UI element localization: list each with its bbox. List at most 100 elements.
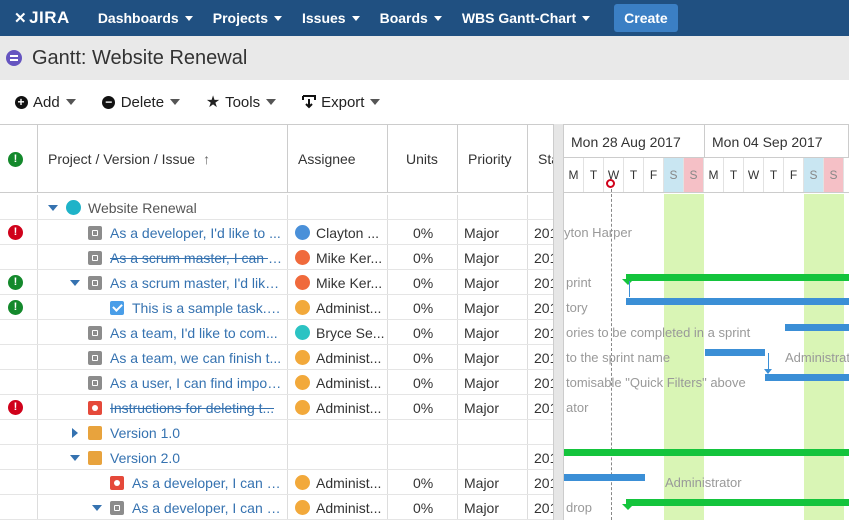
gantt-task-bar[interactable] <box>765 374 849 381</box>
header-flag[interactable]: ! <box>0 125 38 193</box>
units-cell[interactable]: 0% <box>413 370 433 395</box>
row-summary[interactable]: As a team, we can finish t... <box>110 345 282 370</box>
units-cell[interactable]: 0% <box>413 220 433 245</box>
gantt-task-bar[interactable] <box>785 324 849 331</box>
gantt-task-bar[interactable] <box>626 298 849 305</box>
issue-link[interactable]: As a team, I'd like to com... <box>110 325 278 341</box>
nav-projects[interactable]: Projects <box>213 10 282 26</box>
priority-cell[interactable]: Major <box>464 220 499 245</box>
header-units[interactable]: Units <box>388 125 458 193</box>
assignee-cell[interactable]: Administ... <box>295 295 385 320</box>
nav-issues[interactable]: Issues <box>302 10 360 26</box>
units-cell[interactable]: 0% <box>413 295 433 320</box>
table-row[interactable]: As a developer, I can u... Administ... 0… <box>0 470 553 495</box>
start-cell[interactable]: 201 <box>534 295 553 320</box>
assignee-cell[interactable]: Clayton ... <box>295 220 385 245</box>
table-row[interactable]: As a team, I'd like to com... Bryce Se..… <box>0 320 553 345</box>
assignee-cell[interactable]: Bryce Se... <box>295 320 385 345</box>
gantt-chart[interactable]: Mon 28 Aug 2017 Mon 04 Sep 2017 M T W T … <box>564 124 849 520</box>
issue-link[interactable]: As a developer, I can u... <box>132 500 282 516</box>
issue-link[interactable]: As a developer, I can u... <box>132 475 282 491</box>
start-cell[interactable]: 201 <box>534 495 553 520</box>
issue-link[interactable]: As a developer, I'd like to ... <box>110 225 281 241</box>
units-cell[interactable]: 0% <box>413 320 433 345</box>
version-link[interactable]: Version 1.0 <box>110 425 180 441</box>
collapse-toggle[interactable] <box>92 495 102 520</box>
table-row[interactable]: ! This is a sample task. T... Administ..… <box>0 295 553 320</box>
nav-boards[interactable]: Boards <box>380 10 442 26</box>
priority-cell[interactable]: Major <box>464 370 499 395</box>
collapse-toggle[interactable] <box>70 270 80 295</box>
row-summary[interactable]: As a developer, I can u... <box>132 470 282 495</box>
nav-dashboards[interactable]: Dashboards <box>98 10 193 26</box>
start-cell[interactable]: 201 <box>534 345 553 370</box>
assignee-cell[interactable]: Mike Ker... <box>295 245 385 270</box>
header-assignee[interactable]: Assignee <box>288 125 388 193</box>
nav-wbs-gantt[interactable]: WBS Gantt-Chart <box>462 10 591 26</box>
priority-cell[interactable]: Major <box>464 245 499 270</box>
start-cell[interactable]: 201 <box>534 270 553 295</box>
header-start[interactable]: Sta <box>528 125 554 193</box>
row-summary[interactable]: Version 2.0 <box>110 445 282 470</box>
start-cell[interactable]: 201 <box>534 320 553 345</box>
row-summary[interactable]: As a scrum master, I can s... <box>110 245 282 270</box>
table-row[interactable]: As a developer, I can u... Administ... 0… <box>0 495 553 520</box>
expand-toggle[interactable] <box>72 420 78 445</box>
row-summary[interactable]: Version 1.0 <box>110 420 282 445</box>
pane-splitter[interactable] <box>553 124 564 520</box>
table-row[interactable]: Version 2.0 201 <box>0 445 553 470</box>
table-row[interactable]: Version 1.0 <box>0 420 553 445</box>
priority-cell[interactable]: Major <box>464 345 499 370</box>
issue-link[interactable]: As a scrum master, I'd like ... <box>110 275 282 291</box>
issue-link[interactable]: As a user, I can find impor... <box>110 375 282 391</box>
priority-cell[interactable]: Major <box>464 320 499 345</box>
start-cell[interactable]: 201 <box>534 370 553 395</box>
start-cell[interactable]: 201 <box>534 445 553 470</box>
priority-cell[interactable]: Major <box>464 495 499 520</box>
issue-link[interactable]: As a scrum master, I can s... <box>110 250 282 266</box>
export-button[interactable]: Export <box>302 94 381 111</box>
gantt-task-bar[interactable] <box>705 349 765 356</box>
table-row[interactable]: ! As a developer, I'd like to ... Clayto… <box>0 220 553 245</box>
start-cell[interactable]: 201 <box>534 245 553 270</box>
row-summary[interactable]: Website Renewal <box>88 195 283 220</box>
row-summary[interactable]: This is a sample task. T... <box>132 295 282 320</box>
assignee-cell[interactable]: Administ... <box>295 370 385 395</box>
collapse-toggle[interactable] <box>70 445 80 470</box>
priority-cell[interactable]: Major <box>464 470 499 495</box>
gantt-summary-bar[interactable] <box>564 449 849 456</box>
priority-cell[interactable]: Major <box>464 295 499 320</box>
gantt-summary-bar[interactable] <box>626 274 849 281</box>
header-project[interactable]: Project / Version / Issue ↑ <box>38 125 288 193</box>
gantt-summary-bar[interactable] <box>626 499 849 506</box>
delete-button[interactable]: − Delete <box>102 94 181 111</box>
table-row[interactable]: ! As a scrum master, I'd like ... Mike K… <box>0 270 553 295</box>
priority-cell[interactable]: Major <box>464 395 499 420</box>
table-row[interactable]: As a team, we can finish t... Administ..… <box>0 345 553 370</box>
row-summary[interactable]: As a developer, I'd like to ... <box>110 220 282 245</box>
tools-button[interactable]: ★ Tools <box>206 94 277 111</box>
row-summary[interactable]: As a developer, I can u... <box>132 495 282 520</box>
table-row[interactable]: ! Instructions for deleting t... Adminis… <box>0 395 553 420</box>
units-cell[interactable]: 0% <box>413 470 433 495</box>
start-cell[interactable]: 201 <box>534 470 553 495</box>
row-summary[interactable]: As a user, I can find impor... <box>110 370 282 395</box>
units-cell[interactable]: 0% <box>413 395 433 420</box>
issue-link[interactable]: As a team, we can finish t... <box>110 350 281 366</box>
start-cell[interactable]: 201 <box>534 395 553 420</box>
assignee-cell[interactable]: Mike Ker... <box>295 270 385 295</box>
table-row[interactable]: As a scrum master, I can s... Mike Ker..… <box>0 245 553 270</box>
row-summary[interactable]: Instructions for deleting t... <box>110 395 282 420</box>
create-button[interactable]: Create <box>614 4 678 32</box>
priority-cell[interactable]: Major <box>464 270 499 295</box>
header-priority[interactable]: Priority <box>458 125 528 193</box>
assignee-cell[interactable]: Administ... <box>295 470 385 495</box>
units-cell[interactable]: 0% <box>413 245 433 270</box>
units-cell[interactable]: 0% <box>413 270 433 295</box>
start-cell[interactable]: 201 <box>534 220 553 245</box>
issue-link[interactable]: This is a sample task. T... <box>132 300 282 316</box>
units-cell[interactable]: 0% <box>413 495 433 520</box>
units-cell[interactable]: 0% <box>413 345 433 370</box>
version-link[interactable]: Version 2.0 <box>110 450 180 466</box>
table-row[interactable]: Website Renewal <box>0 195 553 220</box>
